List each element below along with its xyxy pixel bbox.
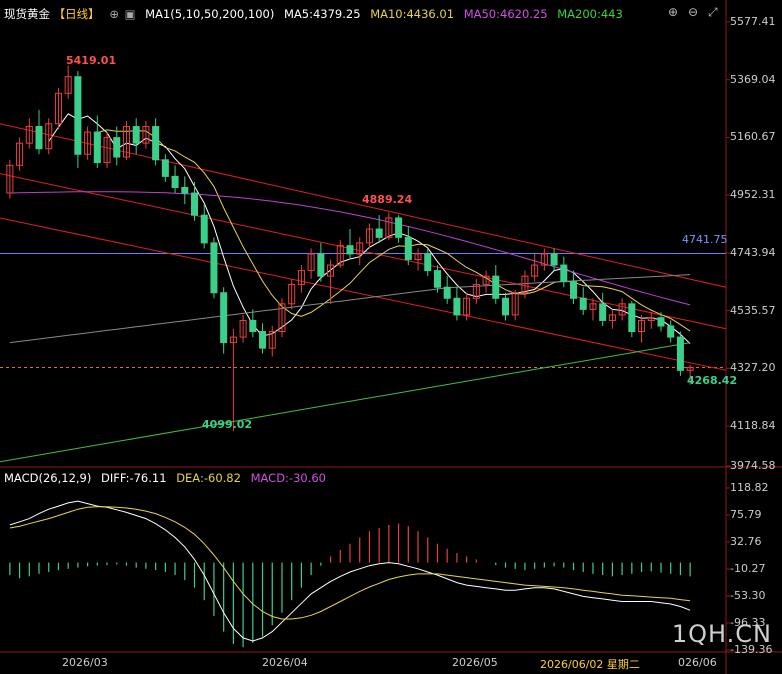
ma-icon[interactable]: ▣: [125, 7, 136, 21]
macd-header: MACD(26,12,9) DIFF:-76.11 DEA:-60.82 MAC…: [4, 471, 332, 485]
candle-body: [161, 159, 169, 177]
macd-diff-line: [9, 500, 691, 642]
candle-body: [501, 297, 510, 316]
low-annotation: 4099.02: [202, 418, 253, 431]
time-tick-label: 2026/04: [262, 656, 308, 669]
price-tick-label: 3974.58: [730, 459, 776, 472]
candle-body: [249, 319, 257, 333]
time-tick-label: 2026/06/02 星期二: [540, 658, 640, 671]
candle-body: [210, 242, 218, 294]
candle-body: [317, 253, 325, 277]
ma200-label: MA200:443: [557, 7, 623, 21]
price-tick-label: 4743.94: [730, 245, 776, 259]
candle-body: [132, 126, 140, 144]
time-tick-label: 026/06: [678, 656, 717, 669]
trend-line-lower: [0, 217, 727, 371]
candle-body: [443, 286, 451, 299]
macd-tick-label: 118.82: [730, 481, 769, 494]
recent-low-annotation: 4268.42: [687, 374, 738, 387]
candle-body: [395, 217, 403, 238]
macd-tick-label: -10.27: [730, 562, 766, 575]
candle-body: [453, 297, 461, 316]
candle-body: [492, 275, 500, 299]
candle-body: [35, 126, 43, 150]
price-tick-label: 5160.67: [730, 130, 776, 144]
candle-body: [259, 331, 267, 349]
candle-body: [676, 336, 684, 371]
candle-body: [433, 270, 441, 288]
hline-annotation: 4741.75: [682, 233, 728, 246]
ma50-label: MA50:4620.25: [463, 7, 548, 21]
zoom-out-icon[interactable]: ⊖: [688, 5, 698, 19]
mid-high-annotation: 4889.24: [362, 193, 413, 206]
candle-body: [113, 137, 121, 158]
high-annotation: 5419.01: [66, 54, 117, 67]
chart-root: 现货黄金 【日线】 ⊕ ▣ MA1(5,10,50,200,100) MA5:4…: [0, 0, 782, 674]
candle-body: [93, 131, 101, 164]
candle-body: [375, 228, 383, 238]
candle-body: [404, 236, 412, 261]
candle-body: [667, 325, 675, 338]
time-tick-label: 2026/03: [62, 656, 108, 669]
price-tick-label: 4327.20: [730, 361, 776, 375]
macd-label: MACD(26,12,9): [4, 471, 92, 485]
candle-body: [599, 303, 607, 321]
price-tick-label: 4952.31: [730, 188, 776, 202]
price-tick-label: 4118.84: [730, 419, 776, 433]
candle-body: [550, 253, 558, 266]
candle-body: [560, 264, 568, 283]
time-tick-label: 2026/05: [452, 656, 498, 669]
candle-body: [579, 297, 587, 310]
candle-body: [657, 317, 665, 327]
macd-dea-line: [9, 506, 691, 620]
ma10-label: MA10:4436.01: [370, 7, 455, 21]
ma200-line: [0, 342, 691, 463]
macd-tick-label: 75.79: [730, 508, 762, 521]
candle-body: [181, 186, 189, 194]
candle-body: [190, 192, 199, 216]
watermark: 1QH.CN: [671, 620, 772, 648]
candle-body: [200, 214, 208, 244]
candle-body: [424, 253, 432, 272]
settings-icon[interactable]: ⊕: [109, 7, 119, 21]
price-tick-label: 5577.41: [730, 15, 776, 28]
macd-value-label: MACD:-30.60: [250, 471, 326, 485]
candle-body: [346, 245, 354, 255]
macd-tick-label: 32.76: [730, 535, 762, 548]
candle-body: [628, 303, 636, 333]
price-tick-label: 4535.57: [730, 303, 776, 317]
zoom-in-icon[interactable]: ⊕: [668, 5, 678, 19]
expand-icon[interactable]: ⤢: [708, 5, 718, 20]
candle-body: [220, 292, 228, 344]
candle-body: [74, 76, 82, 155]
period-label[interactable]: 【日线】: [54, 7, 100, 21]
ma100-line: [9, 274, 691, 344]
ma5-label: MA5:4379.25: [283, 7, 361, 21]
ma-label: MA1(5,10,50,200,100): [145, 7, 275, 21]
candle-body: [171, 175, 179, 188]
price-header: 现货黄金 【日线】 ⊕ ▣ MA1(5,10,50,200,100) MA5:4…: [4, 6, 629, 22]
price-tick-label: 5369.04: [730, 72, 776, 86]
symbol-label: 现货黄金: [4, 7, 50, 21]
macd-tick-label: -53.30: [730, 589, 766, 602]
macd-diff-label: DIFF:-76.11: [101, 471, 167, 485]
candle-body: [152, 126, 160, 161]
candlestick-chart[interactable]: [0, 0, 782, 674]
candle-body: [570, 281, 578, 299]
macd-dea-label: DEA:-60.82: [176, 471, 241, 485]
